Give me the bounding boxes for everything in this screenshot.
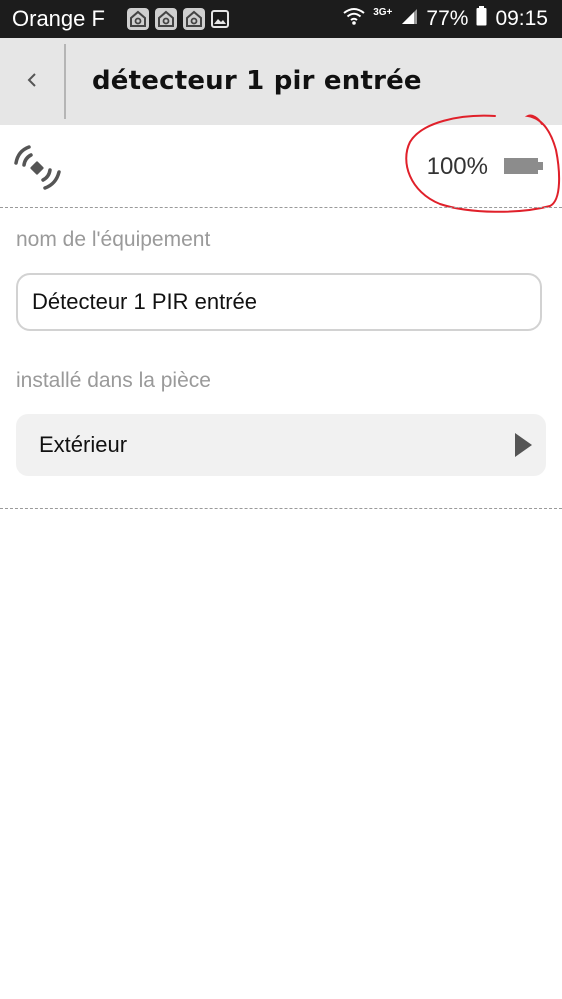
status-indicators: 3G+ 77% 09:15 (343, 5, 548, 33)
room-value: Extérieur (39, 432, 128, 457)
device-status-row: 100% (0, 125, 562, 207)
battery-percent: 77% (426, 7, 469, 30)
carrier-name: Orange F (12, 6, 105, 31)
back-button[interactable] (0, 38, 64, 125)
home-app-icon (127, 8, 149, 30)
room-label: installé dans la pièce (16, 369, 211, 392)
home-app-icon (183, 8, 205, 30)
name-label: nom de l'équipement (16, 228, 211, 251)
page-title: détecteur 1 pir entrée (92, 66, 422, 96)
home-app-icon (155, 8, 177, 30)
section-divider (0, 508, 562, 509)
device-name-input[interactable] (16, 273, 542, 331)
battery-icon (504, 158, 544, 178)
section-divider (0, 207, 562, 208)
status-bar: Orange F 3G+ 77% 09:15 (0, 0, 562, 38)
phone-battery-icon (476, 6, 487, 32)
header-divider (64, 44, 66, 119)
chevron-left-icon (26, 71, 38, 93)
clock: 09:15 (495, 7, 548, 30)
triangle-right-icon (514, 433, 532, 461)
image-icon (211, 10, 229, 33)
cell-signal-icon (400, 7, 418, 31)
device-battery-level: 100% (426, 153, 488, 180)
wireless-signal-icon (14, 143, 64, 195)
app-header: détecteur 1 pir entrée (0, 38, 562, 125)
network-type: 3G+ (373, 7, 393, 18)
room-selector[interactable]: Extérieur (16, 414, 546, 476)
wifi-icon (343, 6, 365, 32)
